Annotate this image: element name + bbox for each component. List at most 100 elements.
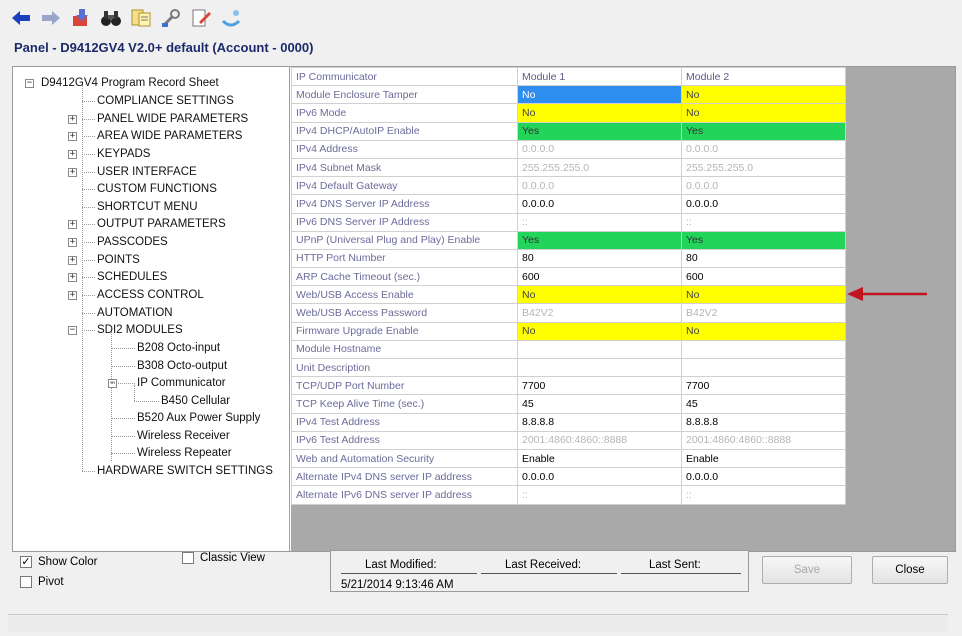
grid-cell-module-2[interactable]: 0.0.0.0 bbox=[681, 176, 846, 196]
grid-cell-module-2[interactable]: No bbox=[681, 85, 846, 105]
grid-cell-module-1[interactable]: 0.0.0.0 bbox=[517, 467, 682, 487]
table-row[interactable]: Web/USB Access Enable No No bbox=[291, 285, 846, 305]
grid-cell-module-2[interactable]: Yes bbox=[681, 121, 846, 141]
grid-cell-module-2[interactable]: No bbox=[681, 103, 846, 123]
pivot-checkbox-box[interactable] bbox=[20, 576, 32, 588]
grid-cell-module-1[interactable]: Yes bbox=[517, 230, 682, 250]
grid-cell-module-2[interactable]: :: bbox=[681, 212, 846, 232]
tree-view[interactable]: − D9412GV4 Program Record Sheet COMPLIANCE… bbox=[13, 67, 290, 551]
close-button[interactable]: Close bbox=[872, 556, 948, 584]
table-row[interactable]: IPv4 Test Address 8.8.8.8 8.8.8.8 bbox=[291, 412, 846, 432]
table-row[interactable]: TCP/UDP Port Number 7700 7700 bbox=[291, 376, 846, 396]
grid-cell-module-2[interactable]: 600 bbox=[681, 267, 846, 287]
table-row[interactable]: IPv4 Address 0.0.0.0 0.0.0.0 bbox=[291, 139, 846, 159]
grid-cell-module-1[interactable] bbox=[517, 357, 682, 378]
tree-item[interactable]: AREA WIDE PARAMETERS bbox=[97, 128, 242, 144]
grid-cell-module-1[interactable]: 45 bbox=[517, 394, 682, 414]
tree-item[interactable]: SHORTCUT MENU bbox=[97, 199, 198, 215]
grid-cell-module-2[interactable]: 0.0.0.0 bbox=[681, 139, 846, 159]
tree-expander-icon[interactable]: + bbox=[68, 115, 77, 124]
table-row[interactable]: TCP Keep Alive Time (sec.) 45 45 bbox=[291, 394, 846, 414]
wrench-icon[interactable] bbox=[158, 5, 184, 31]
tree-item[interactable]: B208 Octo-input bbox=[137, 340, 220, 356]
grid-cell-module-2[interactable]: 0.0.0.0 bbox=[681, 467, 846, 487]
grid-cell-module-1[interactable]: No bbox=[517, 285, 682, 305]
back-icon[interactable] bbox=[8, 5, 34, 31]
grid-cell-module-1[interactable]: 0.0.0.0 bbox=[517, 176, 682, 196]
tree-expander-icon[interactable]: − bbox=[25, 79, 34, 88]
tree-item[interactable]: Wireless Receiver bbox=[137, 428, 230, 444]
tree-expander-icon[interactable]: + bbox=[68, 132, 77, 141]
table-row[interactable]: HTTP Port Number 80 80 bbox=[291, 248, 846, 269]
table-row[interactable]: ARP Cache Timeout (sec.) 600 600 bbox=[291, 267, 846, 287]
grid-cell-module-2[interactable]: Yes bbox=[681, 230, 846, 250]
grid-cell-module-1[interactable]: No bbox=[517, 85, 682, 105]
tree-item[interactable]: Wireless Repeater bbox=[137, 445, 232, 461]
save-button[interactable]: Save bbox=[762, 556, 852, 584]
grid-cell-module-1[interactable]: No bbox=[517, 321, 682, 341]
tree-expander-icon[interactable]: + bbox=[68, 150, 77, 159]
table-row[interactable]: Unit Description bbox=[291, 357, 846, 378]
grid-cell-module-1[interactable]: Yes bbox=[517, 121, 682, 141]
tree-item[interactable]: SDI2 MODULES bbox=[97, 322, 183, 338]
table-row[interactable]: Web/USB Access Password B42V2 B42V2 bbox=[291, 303, 846, 323]
tree-item[interactable]: IP Communicator bbox=[137, 375, 226, 391]
grid-cell-module-1[interactable]: 80 bbox=[517, 248, 682, 269]
tree-item[interactable]: D9412GV4 Program Record Sheet bbox=[41, 75, 219, 91]
grid-cell-module-2[interactable]: 7700 bbox=[681, 376, 846, 396]
show-color-checkbox-box[interactable]: ✓ bbox=[20, 556, 32, 568]
table-row[interactable]: IPv4 DHCP/AutoIP Enable Yes Yes bbox=[291, 121, 846, 141]
tree-item[interactable]: HARDWARE SWITCH SETTINGS bbox=[97, 463, 273, 479]
tree-item[interactable]: CUSTOM FUNCTIONS bbox=[97, 181, 217, 197]
grid-cell-module-1[interactable]: :: bbox=[517, 212, 682, 232]
grid-cell-module-2[interactable]: Enable bbox=[681, 448, 846, 469]
grid-cell-module-1[interactable]: Enable bbox=[517, 448, 682, 469]
tree-item[interactable]: POINTS bbox=[97, 252, 140, 268]
grid-cell-module-1[interactable]: 600 bbox=[517, 267, 682, 287]
tree-expander-icon[interactable]: + bbox=[68, 273, 77, 282]
table-row[interactable]: Module Enclosure Tamper No No bbox=[291, 85, 846, 105]
forward-icon[interactable] bbox=[38, 5, 64, 31]
table-row[interactable]: Web and Automation Security Enable Enable bbox=[291, 448, 846, 469]
table-row[interactable]: Module Hostname bbox=[291, 339, 846, 360]
table-row[interactable]: IPv4 Default Gateway 0.0.0.0 0.0.0.0 bbox=[291, 176, 846, 196]
grid-cell-module-2[interactable]: :: bbox=[681, 485, 846, 505]
grid-cell-module-2[interactable]: 80 bbox=[681, 248, 846, 269]
table-row[interactable]: IPv6 Test Address 2001:4860:4860::8888 200… bbox=[291, 430, 846, 450]
tree-expander-icon[interactable]: + bbox=[68, 238, 77, 247]
grid-cell-module-1[interactable]: 2001:4860:4860::8888 bbox=[517, 430, 682, 450]
grid-cell-module-2[interactable]: 8.8.8.8 bbox=[681, 412, 846, 432]
table-row[interactable]: UPnP (Universal Plug and Play) Enable Yes… bbox=[291, 230, 846, 250]
grid-cell-module-1[interactable]: 0.0.0.0 bbox=[517, 139, 682, 159]
grid-cell-module-1[interactable]: 0.0.0.0 bbox=[517, 194, 682, 214]
grid-cell-module-2[interactable]: No bbox=[681, 321, 846, 341]
grid-cell-module-1[interactable]: 255.255.255.0 bbox=[517, 157, 682, 178]
grid-cell-module-1[interactable] bbox=[517, 339, 682, 360]
grid-cell-module-2[interactable]: B42V2 bbox=[681, 303, 846, 323]
tree-item[interactable]: PANEL WIDE PARAMETERS bbox=[97, 111, 248, 127]
grid-cell-module-1[interactable]: 8.8.8.8 bbox=[517, 412, 682, 432]
table-row[interactable]: IPv4 Subnet Mask 255.255.255.0 255.255.255… bbox=[291, 157, 846, 178]
table-row[interactable]: IPv4 DNS Server IP Address 0.0.0.0 0.0.0.0 bbox=[291, 194, 846, 214]
tree-item[interactable]: SCHEDULES bbox=[97, 269, 167, 285]
classic-view-checkbox[interactable]: Classic View bbox=[182, 552, 265, 564]
grid-cell-module-1[interactable]: No bbox=[517, 103, 682, 123]
grid-cell-module-2[interactable]: 2001:4860:4860::8888 bbox=[681, 430, 846, 450]
table-row[interactable]: Firmware Upgrade Enable No No bbox=[291, 321, 846, 341]
notes-icon[interactable] bbox=[128, 5, 154, 31]
table-row[interactable]: IPv6 Mode No No bbox=[291, 103, 846, 123]
show-color-checkbox[interactable]: ✓ Show Color bbox=[20, 556, 97, 568]
tree-item[interactable]: COMPLIANCE SETTINGS bbox=[97, 93, 234, 109]
grid-cell-module-2[interactable]: 255.255.255.0 bbox=[681, 157, 846, 178]
table-row[interactable]: IPv6 DNS Server IP Address:::: bbox=[291, 212, 846, 232]
tree-expander-icon[interactable]: − bbox=[68, 326, 77, 335]
tree-expander-icon[interactable]: + bbox=[68, 168, 77, 177]
tree-item[interactable]: KEYPADS bbox=[97, 146, 150, 162]
tree-item[interactable]: OUTPUT PARAMETERS bbox=[97, 216, 226, 232]
tree-expander-icon[interactable]: + bbox=[68, 291, 77, 300]
grid-cell-module-1[interactable]: 7700 bbox=[517, 376, 682, 396]
grid-cell-module-1[interactable]: B42V2 bbox=[517, 303, 682, 323]
grid-cell-module-1[interactable]: :: bbox=[517, 485, 682, 505]
grid-cell-module-2[interactable] bbox=[681, 339, 846, 360]
binoculars-icon[interactable] bbox=[98, 5, 124, 31]
